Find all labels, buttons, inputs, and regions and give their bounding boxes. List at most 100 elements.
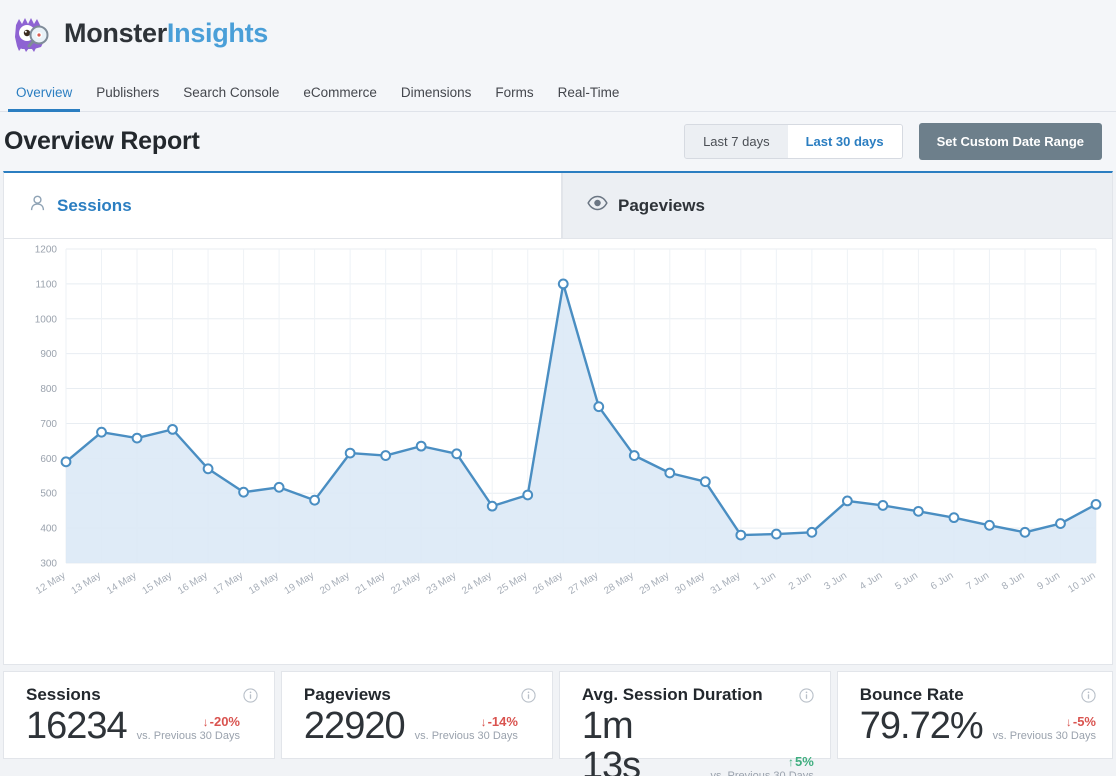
stat-card-delta: ↓-14% vs. Previous 30 Days bbox=[415, 714, 518, 747]
chart-data-point bbox=[344, 447, 356, 459]
nav-tab-search-console[interactable]: Search Console bbox=[171, 85, 291, 111]
x-axis-tick-label: 10 Jun bbox=[1066, 570, 1097, 595]
x-axis-tick-label: 17 May bbox=[212, 570, 246, 597]
stat-card-note: vs. Previous 30 Days bbox=[992, 729, 1096, 742]
stat-card-note: vs. Previous 30 Days bbox=[414, 729, 518, 742]
x-axis-tick-label: 4 Jun bbox=[858, 570, 885, 592]
nav-tab-forms[interactable]: Forms bbox=[483, 85, 545, 111]
stat-card-value: 1m 13s bbox=[581, 705, 641, 776]
brand-wordmark: MonsterInsights bbox=[64, 18, 268, 49]
x-axis-tick-label: 15 May bbox=[140, 570, 174, 597]
main-nav: Overview Publishers Search Console eComm… bbox=[0, 66, 1116, 112]
stat-card-body: 79.72% ↓-5% vs. Previous 30 Days bbox=[860, 706, 1096, 747]
x-axis-tick-label: 30 May bbox=[673, 570, 707, 597]
chart-data-point bbox=[593, 401, 605, 413]
chart-data-point bbox=[273, 481, 285, 493]
stat-card-note: vs. Previous 30 Days bbox=[136, 729, 240, 742]
stat-card-delta: ↑5% vs. Previous 30 Days bbox=[710, 754, 813, 776]
metric-tab-sessions-label: Sessions bbox=[57, 195, 132, 215]
chart-data-point bbox=[415, 440, 427, 452]
stat-card-pageviews: Pageviews 22920 ↓-14% vs. Previous 30 Da… bbox=[280, 671, 553, 759]
x-axis-tick-label: 24 May bbox=[460, 570, 494, 597]
chart-data-point bbox=[770, 528, 782, 540]
x-axis-tick-label: 22 May bbox=[389, 570, 423, 597]
x-axis-tick-label: 21 May bbox=[354, 570, 388, 597]
x-axis-tick-label: 12 May bbox=[34, 570, 68, 597]
y-axis-tick-label: 900 bbox=[40, 349, 57, 360]
stat-card-change-value: -14% bbox=[487, 713, 518, 729]
set-custom-date-range-button[interactable]: Set Custom Date Range bbox=[918, 123, 1102, 160]
arrow-up-icon: ↑ bbox=[787, 754, 794, 769]
y-axis-tick-label: 600 bbox=[40, 454, 57, 465]
info-icon[interactable] bbox=[521, 687, 536, 703]
stat-card-change-value: 5% bbox=[794, 753, 814, 769]
x-axis-tick-label: 26 May bbox=[531, 570, 565, 597]
metric-tab-sessions[interactable]: Sessions bbox=[4, 173, 562, 238]
stat-card-avg-session-duration: Avg. Session Duration 1m 13s ↑5% vs. Pre… bbox=[558, 671, 831, 776]
arrow-down-icon: ↓ bbox=[1065, 714, 1072, 729]
chart-data-point bbox=[664, 467, 676, 479]
stat-card-change: ↓-14% bbox=[415, 714, 518, 729]
stat-card-value: 22920 bbox=[303, 705, 406, 747]
stat-card-value: 16234 bbox=[26, 705, 128, 747]
date-range-toggle: Last 7 days Last 30 days bbox=[684, 124, 903, 159]
x-axis-tick-label: 8 Jun bbox=[1000, 570, 1027, 592]
stat-card-header: Sessions bbox=[26, 685, 258, 705]
stat-card-body: 22920 ↓-14% vs. Previous 30 Days bbox=[303, 705, 536, 747]
chart-data-point bbox=[1090, 498, 1102, 510]
stat-card-header: Pageviews bbox=[304, 685, 536, 705]
info-icon[interactable] bbox=[799, 687, 814, 703]
y-axis-tick-label: 400 bbox=[40, 524, 57, 535]
nav-tab-publishers[interactable]: Publishers bbox=[84, 85, 171, 111]
chart-data-point bbox=[131, 432, 143, 444]
arrow-down-icon: ↓ bbox=[202, 714, 209, 729]
brand-name-monster: Monster bbox=[64, 17, 167, 48]
x-axis-tick-label: 1 Jun bbox=[751, 570, 778, 592]
chart-panel: Sessions Pageviews 300 400 500 600 700 800 900… bbox=[3, 171, 1113, 665]
info-icon[interactable] bbox=[243, 687, 258, 703]
chart-data-point bbox=[699, 476, 711, 488]
metric-tab-bar: Sessions Pageviews bbox=[4, 173, 1112, 239]
nav-tab-ecommerce[interactable]: eCommerce bbox=[291, 85, 389, 111]
x-axis-tick-label: 6 Jun bbox=[929, 570, 956, 592]
stat-card-change-value: -20% bbox=[209, 713, 240, 729]
metric-tab-pageviews[interactable]: Pageviews bbox=[562, 173, 1112, 238]
chart-data-point bbox=[806, 526, 818, 538]
chart-data-point bbox=[451, 448, 463, 460]
brand-name-insights: Insights bbox=[166, 17, 269, 48]
chart-data-point bbox=[841, 495, 853, 507]
x-axis-tick-label: 19 May bbox=[283, 570, 317, 597]
stat-card-header: Bounce Rate bbox=[860, 685, 1096, 705]
x-axis-tick-label: 25 May bbox=[496, 570, 530, 597]
dashboard-root: MonsterInsights Overview Publishers Sear… bbox=[0, 0, 1116, 776]
last-30-days-button[interactable]: Last 30 days bbox=[787, 125, 902, 158]
info-icon[interactable] bbox=[1081, 687, 1096, 703]
nav-tab-real-time[interactable]: Real-Time bbox=[546, 85, 632, 111]
x-axis-tick-label: 13 May bbox=[69, 570, 103, 597]
chart-data-point bbox=[202, 463, 214, 475]
chart-data-point bbox=[60, 456, 72, 468]
x-axis-tick-label: 18 May bbox=[247, 570, 281, 597]
stat-card-delta: ↓-20% vs. Previous 30 Days bbox=[137, 714, 240, 747]
last-7-days-button[interactable]: Last 7 days bbox=[685, 125, 788, 158]
stat-card-sessions: Sessions 16234 ↓-20% vs. Previous 30 Day… bbox=[3, 671, 275, 759]
x-axis-tick-label: 28 May bbox=[602, 570, 636, 597]
y-axis-tick-label: 500 bbox=[40, 489, 57, 500]
stat-card-header: Avg. Session Duration bbox=[582, 685, 814, 705]
x-axis-tick-label: 5 Jun bbox=[893, 570, 920, 592]
x-axis-tick-label: 27 May bbox=[567, 570, 601, 597]
header-actions: Last 7 days Last 30 days Set Custom Date… bbox=[684, 123, 1102, 160]
chart-data-point bbox=[1055, 518, 1066, 529]
chart-data-point bbox=[167, 423, 178, 435]
chart-data-point bbox=[486, 500, 498, 512]
x-axis-tick-label: 14 May bbox=[105, 570, 139, 597]
nav-tab-overview[interactable]: Overview bbox=[4, 85, 84, 112]
chart-data-point bbox=[557, 278, 569, 290]
stat-card-bounce-rate: Bounce Rate 79.72% ↓-5% vs. Previous 30 … bbox=[836, 671, 1113, 759]
nav-tab-dimensions[interactable]: Dimensions bbox=[389, 85, 484, 111]
chart-canvas: 30040050060070080090010001100120012 May 1… bbox=[34, 245, 1102, 597]
x-axis-tick-label: 20 May bbox=[318, 570, 352, 597]
stat-card-change-value: -5% bbox=[1072, 713, 1096, 729]
stat-card-title: Avg. Session Duration bbox=[581, 685, 763, 704]
stat-card-title: Sessions bbox=[26, 685, 101, 704]
